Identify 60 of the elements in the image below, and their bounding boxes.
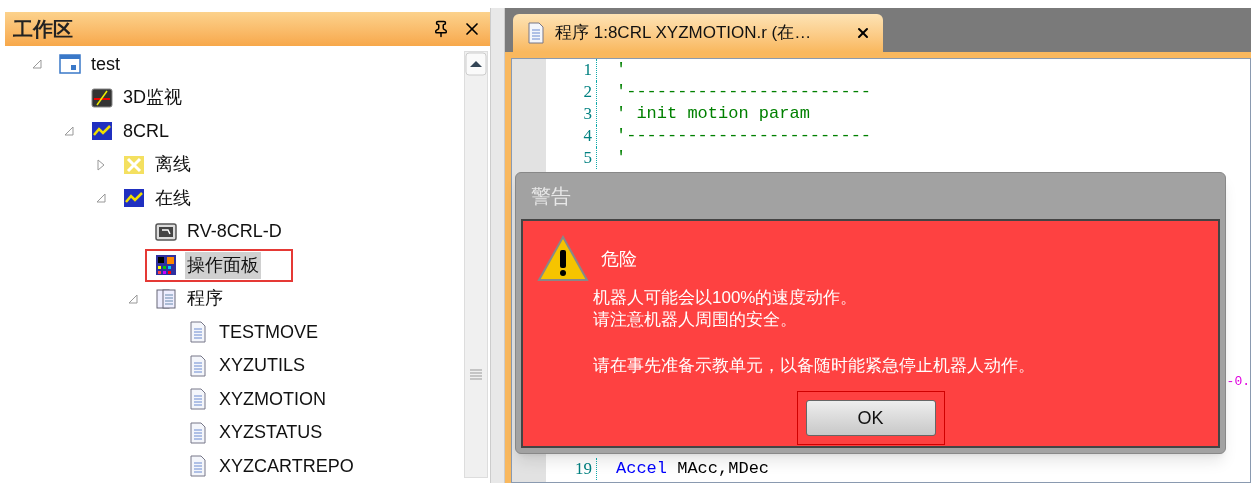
scrollbar[interactable] xyxy=(464,50,488,478)
collapse-icon[interactable] xyxy=(127,292,139,305)
collapse-icon[interactable] xyxy=(95,192,107,205)
panel-title: 工作区 xyxy=(13,16,73,42)
code-line: Accel MAcc,MDec xyxy=(616,458,770,481)
tree-item[interactable]: 8CRL xyxy=(121,117,172,145)
tree-item[interactable]: 离线 xyxy=(153,151,193,179)
code-line: ' xyxy=(616,147,627,170)
code-line: '------------------------ xyxy=(616,81,872,104)
wave-icon xyxy=(123,187,145,210)
panel-icon xyxy=(155,254,177,277)
warning-message: 请注意机器人周围的安全。 xyxy=(593,309,798,331)
warning-icon xyxy=(537,235,589,283)
expand-icon[interactable] xyxy=(95,158,107,171)
dialog-heading: 危险 xyxy=(601,247,637,271)
line-number: 19 xyxy=(574,458,593,481)
tab-title: 程序 1:8CRL XYZMOTION.r (在… xyxy=(555,22,812,45)
warning-message: 机器人可能会以100%的速度动作。 xyxy=(593,287,859,309)
document-icon xyxy=(187,321,209,344)
tree-item[interactable]: 程序 xyxy=(185,285,225,313)
pin-icon[interactable] xyxy=(432,19,450,38)
warning-note: 请在事先准备示教单元，以备随时能紧急停止机器人动作。 xyxy=(593,355,1036,377)
code-line: ' init motion param xyxy=(616,103,810,126)
collapse-icon[interactable] xyxy=(31,58,43,71)
cross-icon xyxy=(123,153,145,176)
line-number: 4 xyxy=(582,125,593,148)
editor-tab[interactable]: 程序 1:8CRL XYZMOTION.r (在… xyxy=(513,14,883,52)
close-icon[interactable] xyxy=(855,25,871,41)
line-number: 1 xyxy=(582,59,593,82)
code-line: '------------------------ xyxy=(616,125,872,148)
tree-item[interactable]: test xyxy=(89,50,122,78)
collapse-icon[interactable] xyxy=(63,125,75,138)
document-icon xyxy=(187,455,209,478)
line-number: 5 xyxy=(582,147,593,170)
code-line: ' xyxy=(616,59,627,82)
document-icon xyxy=(525,22,547,44)
monitor-icon xyxy=(91,86,113,109)
dialog-title: 警告 xyxy=(530,184,572,209)
tree-item[interactable]: XYZSTATUS xyxy=(217,419,325,447)
line-number: 3 xyxy=(582,103,593,126)
tree-item[interactable]: 在线 xyxy=(153,184,193,212)
tree-item[interactable]: XYZUTILS xyxy=(217,352,308,380)
wave-icon xyxy=(91,120,113,143)
document-icon xyxy=(187,388,209,411)
window-icon xyxy=(59,53,81,76)
tree-item[interactable]: 3D监视 xyxy=(121,84,184,112)
grip-icon[interactable] xyxy=(469,367,483,380)
tree-item[interactable]: XYZCARTREPO xyxy=(217,452,356,480)
ok-button[interactable]: OK xyxy=(805,400,936,436)
line-number: 2 xyxy=(582,81,593,104)
tree-item[interactable]: TESTMOVE xyxy=(217,318,320,346)
scroll-up-icon[interactable] xyxy=(465,51,487,76)
tree-item[interactable]: 操作面板 xyxy=(185,251,261,279)
tree-item[interactable]: XYZMOTION xyxy=(217,385,328,413)
documents-icon xyxy=(155,287,177,310)
document-icon xyxy=(187,354,209,377)
screen-icon xyxy=(155,220,177,243)
code-fragment: -0. xyxy=(1226,373,1250,391)
tree-item[interactable]: RV-8CRL-D xyxy=(185,218,284,246)
document-icon xyxy=(187,421,209,444)
